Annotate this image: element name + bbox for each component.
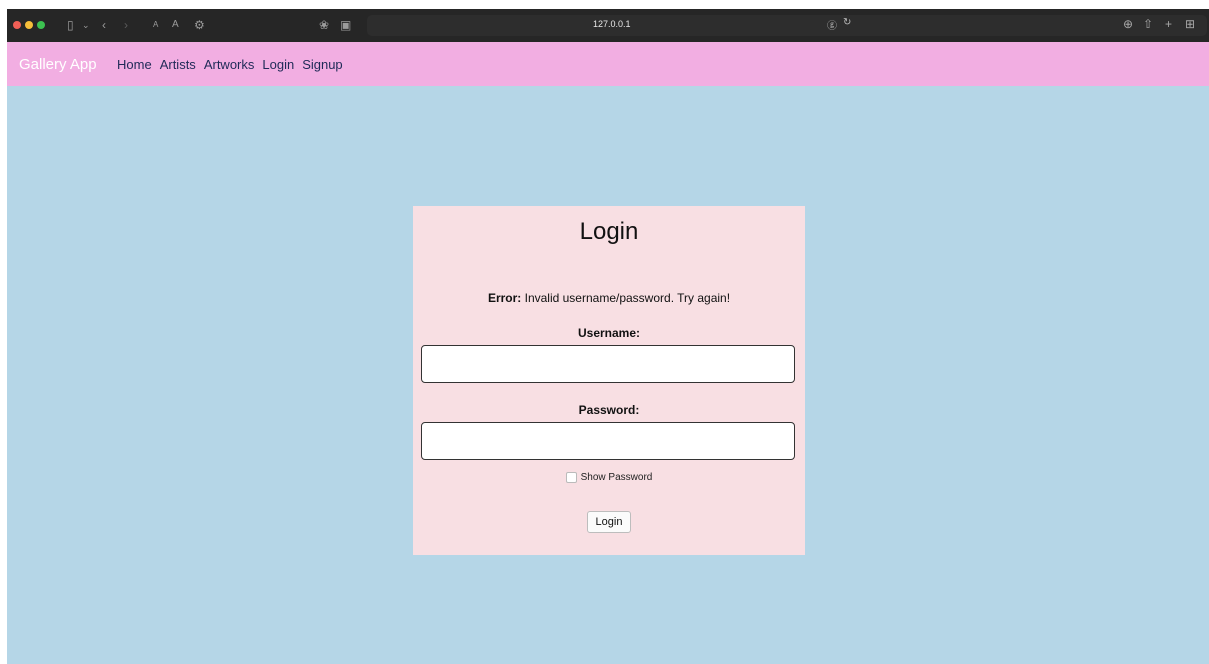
nav-link-login[interactable]: Login: [262, 57, 294, 72]
site-navbar: Gallery App Home Artists Artworks Login …: [7, 42, 1209, 86]
login-button[interactable]: Login: [587, 511, 631, 533]
password-label: Password:: [578, 403, 640, 417]
close-window-icon[interactable]: [13, 21, 21, 29]
brand-logo[interactable]: Gallery App: [19, 56, 97, 73]
sidebar-icon[interactable]: ▯: [67, 16, 74, 34]
zoom-window-icon[interactable]: [37, 21, 45, 29]
login-card: Login Error: Invalid username/password. …: [413, 206, 805, 555]
reader-icon[interactable]: ▣: [340, 16, 351, 34]
reload-icon[interactable]: ↻: [843, 17, 851, 28]
username-label: Username:: [577, 326, 641, 340]
show-password-row: Show Password: [413, 472, 805, 483]
new-tab-icon[interactable]: +: [1165, 17, 1172, 31]
error-message: Error: Invalid username/password. Try ag…: [413, 291, 805, 305]
nav-link-artworks[interactable]: Artworks: [204, 57, 255, 72]
login-title: Login: [579, 218, 639, 245]
show-password-checkbox[interactable]: [565, 472, 577, 483]
share-icon[interactable]: ⇧: [1143, 17, 1153, 31]
browser-window: ▯ ⌄ ‹ › A A ⚙ ❀ ▣ 127.0.0.1 ⓖ ↻ ⊕ ⇧ + ⊞ …: [7, 9, 1209, 664]
nav-link-home[interactable]: Home: [117, 57, 152, 72]
username-input[interactable]: [421, 345, 795, 383]
settings-icon[interactable]: ⚙: [194, 16, 205, 34]
error-label: Error:: [487, 291, 522, 305]
chevron-down-icon[interactable]: ⌄: [82, 16, 90, 34]
text-smaller-icon[interactable]: A: [153, 16, 158, 34]
nav-link-artists[interactable]: Artists: [160, 57, 196, 72]
translate-icon[interactable]: ⓖ: [827, 17, 837, 32]
browser-toolbar: ▯ ⌄ ‹ › A A ⚙ ❀ ▣ 127.0.0.1 ⓖ ↻ ⊕ ⇧ + ⊞: [7, 9, 1209, 42]
back-icon[interactable]: ‹: [102, 16, 106, 34]
download-icon[interactable]: ⊕: [1123, 17, 1133, 31]
password-input[interactable]: [421, 422, 795, 460]
show-password-label[interactable]: Show Password: [581, 472, 653, 483]
nav-link-signup[interactable]: Signup: [302, 57, 342, 72]
forward-icon[interactable]: ›: [124, 16, 128, 34]
address-bar[interactable]: [367, 15, 1207, 36]
minimize-window-icon[interactable]: [25, 21, 33, 29]
text-larger-icon[interactable]: A: [172, 16, 179, 34]
error-text: Invalid username/password. Try again!: [521, 291, 731, 305]
extension-icon[interactable]: ❀: [319, 16, 329, 34]
url-text: 127.0.0.1: [593, 19, 631, 29]
nav-links: Home Artists Artworks Login Signup: [117, 57, 343, 72]
tab-overview-icon[interactable]: ⊞: [1185, 17, 1195, 31]
